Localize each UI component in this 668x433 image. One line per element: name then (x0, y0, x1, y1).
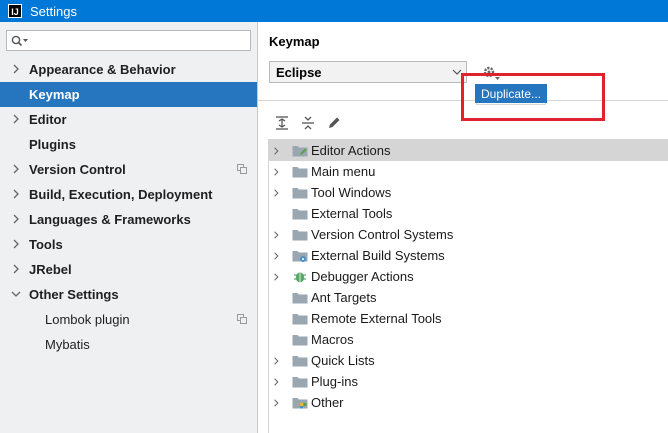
tree-row[interactable]: Macros (269, 329, 668, 350)
app-icon: IJ (8, 4, 22, 18)
window-title: Settings (30, 3, 77, 19)
tree-row-label: Tool Windows (311, 185, 392, 200)
chevron-right-icon[interactable] (11, 114, 21, 124)
project-scope-icon (237, 314, 247, 324)
edit-pencil-icon[interactable] (326, 115, 342, 131)
tree-row[interactable]: Version Control Systems (269, 224, 668, 245)
tree-row-label: Remote External Tools (311, 311, 442, 326)
chevron-right-icon[interactable] (273, 188, 281, 198)
keymap-panel: Keymap Eclipse Duplicate... Editor Actio… (258, 22, 668, 433)
folder-gear-icon (292, 251, 308, 262)
keymap-select[interactable]: Eclipse (269, 61, 467, 83)
chevron-right-icon[interactable] (11, 264, 21, 274)
folder-other-icon (292, 398, 308, 409)
folder-icon (292, 377, 308, 388)
sidebar-item[interactable]: Languages & Frameworks (0, 207, 257, 232)
chevron-right-icon[interactable] (11, 189, 21, 199)
chevron-right-icon[interactable] (273, 167, 281, 177)
keymap-select-value: Eclipse (276, 64, 322, 80)
tree-row-label: Plug-ins (311, 374, 358, 389)
sidebar-item-label: Tools (29, 237, 63, 252)
sidebar-item-label: Mybatis (45, 337, 90, 352)
folder-icon (292, 335, 308, 346)
chevron-right-icon[interactable] (11, 164, 21, 174)
sidebar-item-label: Build, Execution, Deployment (29, 187, 213, 202)
chevron-down-icon[interactable] (11, 289, 21, 299)
tree-row[interactable]: Debugger Actions (269, 266, 668, 287)
project-scope-icon (237, 164, 247, 174)
tree-row[interactable]: Quick Lists (269, 350, 668, 371)
folder-icon (292, 167, 308, 178)
sidebar-item-label: Keymap (29, 87, 80, 102)
sidebar-item-label: Other Settings (29, 287, 119, 302)
tree-row-label: Macros (311, 332, 354, 347)
sidebar-item[interactable]: Other Settings (0, 282, 257, 307)
sidebar-item[interactable]: Build, Execution, Deployment (0, 182, 257, 207)
sidebar-item[interactable]: Appearance & Behavior (0, 57, 257, 82)
expand-all-icon[interactable] (274, 115, 290, 131)
folder-icon (292, 209, 308, 220)
tree-row-label: Editor Actions (311, 143, 391, 158)
tree-toolbar (274, 115, 342, 133)
tree-row[interactable]: Remote External Tools (269, 308, 668, 329)
tree-row[interactable]: Ant Targets (269, 287, 668, 308)
chevron-right-icon[interactable] (11, 64, 21, 74)
sidebar-item[interactable]: Editor (0, 107, 257, 132)
tree-row-label: Main menu (311, 164, 376, 179)
folder-icon (292, 188, 308, 199)
sidebar-item-label: JRebel (29, 262, 72, 277)
tree-row-label: External Tools (311, 206, 393, 221)
tree-row[interactable]: Editor Actions (269, 140, 668, 161)
search-icon (11, 35, 28, 46)
folder-icon (292, 314, 308, 325)
tree-row-label: Debugger Actions (311, 269, 414, 284)
search-input[interactable] (6, 30, 251, 51)
sidebar-item[interactable]: Keymap (0, 82, 257, 107)
tree-row[interactable]: Tool Windows (269, 182, 668, 203)
tree-row-label: External Build Systems (311, 248, 445, 263)
chevron-right-icon[interactable] (273, 230, 281, 240)
tree-row-label: Quick Lists (311, 353, 375, 368)
chevron-right-icon[interactable] (11, 239, 21, 249)
sidebar-item[interactable]: JRebel (0, 257, 257, 282)
sidebar-item[interactable]: Version Control (0, 157, 257, 182)
sidebar-item-label: Lombok plugin (45, 312, 130, 327)
folder-icon (292, 230, 308, 241)
sidebar-item-label: Appearance & Behavior (29, 62, 176, 77)
tree-row[interactable]: Main menu (269, 161, 668, 182)
folder-edit-icon (292, 146, 308, 157)
sidebar-item[interactable]: Lombok plugin (0, 307, 257, 332)
page-title: Keymap (269, 34, 320, 49)
tree-row-label: Version Control Systems (311, 227, 454, 242)
chevron-right-icon[interactable] (273, 272, 281, 282)
tree-row[interactable]: Other (269, 392, 668, 413)
sidebar-item-label: Languages & Frameworks (29, 212, 191, 227)
bug-icon (294, 272, 306, 283)
tree-row[interactable]: External Tools (269, 203, 668, 224)
chevron-right-icon[interactable] (273, 146, 281, 156)
sidebar-item[interactable]: Tools (0, 232, 257, 257)
settings-sidebar: Appearance & Behavior Keymap Editor Plugins… (0, 22, 258, 433)
tree-row[interactable]: External Build Systems (269, 245, 668, 266)
actions-tree: Editor Actions Main menu Tool Windows Exter… (268, 139, 668, 433)
sidebar-item[interactable]: Mybatis (0, 332, 257, 357)
sidebar-item-label: Plugins (29, 137, 76, 152)
sidebar-item-label: Editor (29, 112, 67, 127)
chevron-right-icon[interactable] (273, 356, 281, 366)
sidebar-item[interactable]: Plugins (0, 132, 257, 157)
sidebar-item-label: Version Control (29, 162, 126, 177)
highlight-annotation (461, 73, 605, 121)
folder-icon (292, 293, 308, 304)
tree-row-label: Other (311, 395, 344, 410)
settings-nav: Appearance & Behavior Keymap Editor Plugins… (0, 57, 257, 357)
tree-row-label: Ant Targets (311, 290, 377, 305)
tree-row[interactable]: Plug-ins (269, 371, 668, 392)
chevron-right-icon[interactable] (273, 251, 281, 261)
collapse-all-icon[interactable] (300, 115, 316, 131)
title-bar: IJ Settings (0, 0, 668, 22)
chevron-right-icon[interactable] (273, 398, 281, 408)
folder-icon (292, 356, 308, 367)
chevron-right-icon[interactable] (273, 377, 281, 387)
chevron-right-icon[interactable] (11, 214, 21, 224)
